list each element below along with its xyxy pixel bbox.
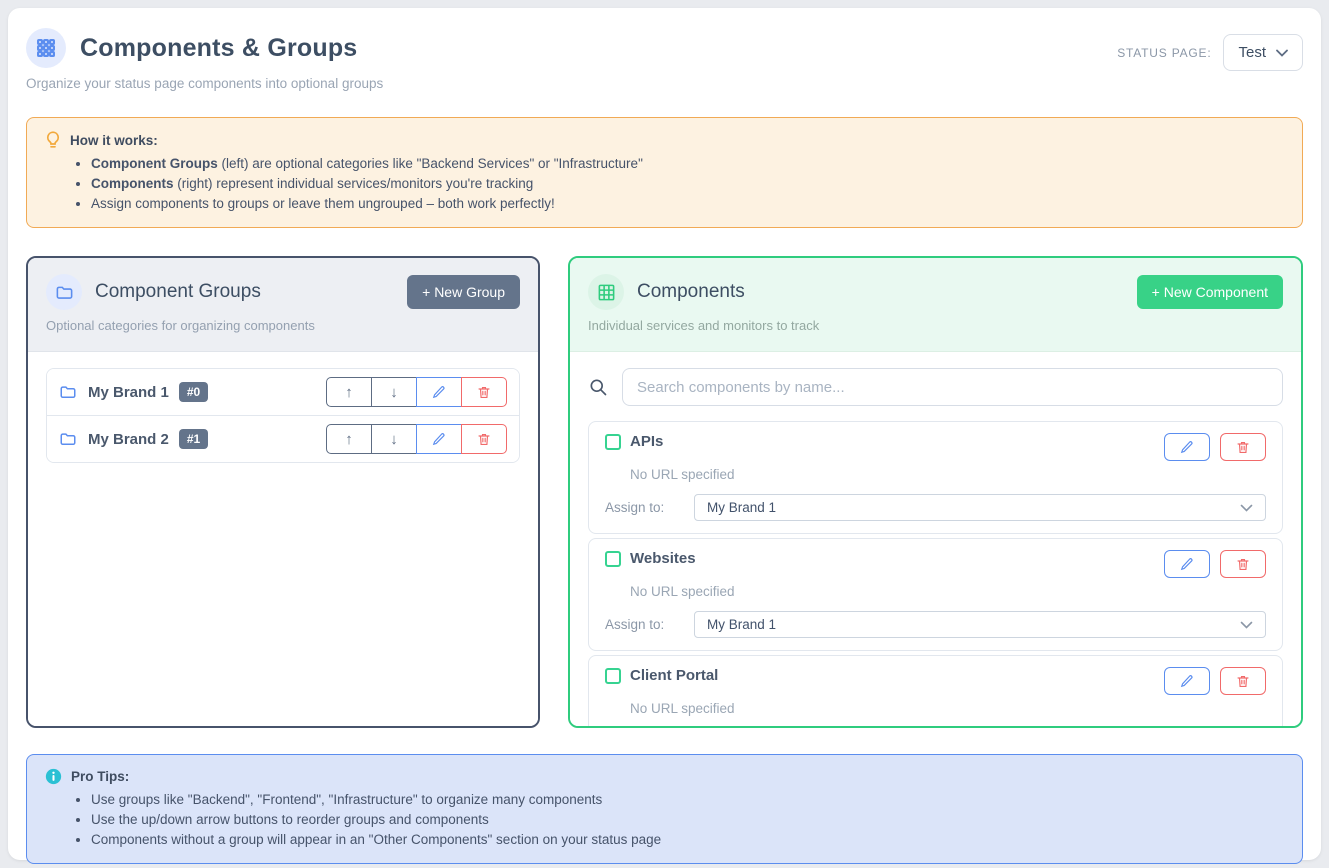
component-card: Websites No URL specified xyxy=(588,538,1283,651)
how-it-works-item: Components (right) represent individual … xyxy=(91,176,1284,191)
chevron-down-icon xyxy=(1240,504,1253,512)
move-up-button[interactable]: ↑ xyxy=(326,424,372,454)
page-header: Components & Groups Organize your status… xyxy=(26,28,1303,91)
group-row: My Brand 1 #0 ↑ ↓ xyxy=(47,369,519,415)
how-it-works-item: Assign components to groups or leave the… xyxy=(91,196,1284,211)
edit-component-button[interactable] xyxy=(1164,433,1210,461)
component-url-note: No URL specified xyxy=(630,701,1266,716)
pencil-icon xyxy=(432,432,446,446)
lightbulb-icon xyxy=(45,131,61,149)
status-page-value: Test xyxy=(1238,44,1266,61)
pencil-icon xyxy=(1180,557,1194,571)
components-panel-header: Components + New Component Individual se… xyxy=(570,258,1301,352)
delete-component-button[interactable] xyxy=(1220,667,1266,695)
info-icon xyxy=(45,768,62,785)
component-groups-panel: Component Groups + New Group Optional ca… xyxy=(26,256,540,728)
trash-icon xyxy=(477,385,491,400)
groups-panel-subtitle: Optional categories for organizing compo… xyxy=(46,318,520,333)
chevron-down-icon xyxy=(1240,621,1253,629)
groups-panel-title: Component Groups xyxy=(95,281,261,303)
trash-icon xyxy=(1236,557,1250,572)
edit-group-button[interactable] xyxy=(416,377,462,407)
main-card: Components & Groups Organize your status… xyxy=(8,8,1321,860)
pencil-icon xyxy=(432,385,446,399)
components-panel: Components + New Component Individual se… xyxy=(568,256,1303,728)
component-name: APIs xyxy=(630,433,663,450)
edit-component-button[interactable] xyxy=(1164,550,1210,578)
assign-group-select[interactable]: My Brand 1 xyxy=(694,611,1266,638)
pro-tips-title: Pro Tips: xyxy=(71,769,129,784)
move-down-button[interactable]: ↓ xyxy=(371,424,417,454)
group-row: My Brand 2 #1 ↑ ↓ xyxy=(47,415,519,462)
status-page-select[interactable]: Test xyxy=(1223,34,1303,71)
page-title: Components & Groups xyxy=(80,34,357,63)
how-it-works-item: Component Groups (left) are optional cat… xyxy=(91,156,1284,171)
assign-to-label: Assign to: xyxy=(605,500,694,515)
folder-icon xyxy=(46,274,82,310)
pro-tips-list: Use groups like "Backend", "Frontend", "… xyxy=(91,792,1284,847)
search-input[interactable] xyxy=(622,368,1283,406)
folder-icon xyxy=(59,383,77,401)
status-page-label: STATUS PAGE: xyxy=(1117,46,1211,60)
assign-group-select[interactable]: My Brand 1 xyxy=(694,494,1266,521)
component-url-note: No URL specified xyxy=(630,584,1266,599)
arrow-up-icon: ↑ xyxy=(345,384,353,401)
pro-tips-item: Components without a group will appear i… xyxy=(91,832,1284,847)
group-name: My Brand 1 xyxy=(88,384,169,401)
page-subtitle: Organize your status page components int… xyxy=(26,76,383,91)
group-name: My Brand 2 xyxy=(88,431,169,448)
move-up-button[interactable]: ↑ xyxy=(326,377,372,407)
pro-tips-item: Use the up/down arrow buttons to reorder… xyxy=(91,812,1284,827)
pencil-icon xyxy=(1180,440,1194,454)
trash-icon xyxy=(1236,674,1250,689)
arrow-up-icon: ↑ xyxy=(345,431,353,448)
component-name: Websites xyxy=(630,550,696,567)
search-icon xyxy=(588,377,608,397)
component-url-note: No URL specified xyxy=(630,467,1266,482)
assigned-group-value: My Brand 1 xyxy=(707,617,776,632)
arrow-down-icon: ↓ xyxy=(390,384,398,401)
assign-to-label: Assign to: xyxy=(605,617,694,632)
delete-component-button[interactable] xyxy=(1220,550,1266,578)
components-panel-title: Components xyxy=(637,281,745,303)
arrow-down-icon: ↓ xyxy=(390,431,398,448)
trash-icon xyxy=(1236,440,1250,455)
table-grid-icon xyxy=(588,274,624,310)
apps-grid-icon xyxy=(26,28,66,68)
component-checkbox[interactable] xyxy=(605,434,621,450)
new-group-button[interactable]: + New Group xyxy=(407,275,520,309)
edit-component-button[interactable] xyxy=(1164,667,1210,695)
group-list: My Brand 1 #0 ↑ ↓ xyxy=(46,368,520,463)
how-it-works-box: How it works: Component Groups (left) ar… xyxy=(26,117,1303,228)
edit-group-button[interactable] xyxy=(416,424,462,454)
component-card: APIs No URL specified A xyxy=(588,421,1283,534)
move-down-button[interactable]: ↓ xyxy=(371,377,417,407)
trash-icon xyxy=(477,432,491,447)
component-checkbox[interactable] xyxy=(605,551,621,567)
pro-tips-box: Pro Tips: Use groups like "Backend", "Fr… xyxy=(26,754,1303,864)
folder-icon xyxy=(59,430,77,448)
chevron-down-icon xyxy=(1276,49,1288,57)
component-name: Client Portal xyxy=(630,667,718,684)
delete-component-button[interactable] xyxy=(1220,433,1266,461)
assigned-group-value: My Brand 1 xyxy=(707,500,776,515)
pro-tips-item: Use groups like "Backend", "Frontend", "… xyxy=(91,792,1284,807)
group-order-badge: #1 xyxy=(179,429,208,449)
component-card: Client Portal No URL specified xyxy=(588,655,1283,728)
group-order-badge: #0 xyxy=(179,382,208,402)
how-it-works-title: How it works: xyxy=(70,133,158,148)
delete-group-button[interactable] xyxy=(461,424,507,454)
groups-panel-header: Component Groups + New Group Optional ca… xyxy=(28,258,538,352)
delete-group-button[interactable] xyxy=(461,377,507,407)
pencil-icon xyxy=(1180,674,1194,688)
new-component-button[interactable]: + New Component xyxy=(1137,275,1283,309)
components-panel-subtitle: Individual services and monitors to trac… xyxy=(588,318,1283,333)
component-checkbox[interactable] xyxy=(605,668,621,684)
how-it-works-list: Component Groups (left) are optional cat… xyxy=(91,156,1284,211)
